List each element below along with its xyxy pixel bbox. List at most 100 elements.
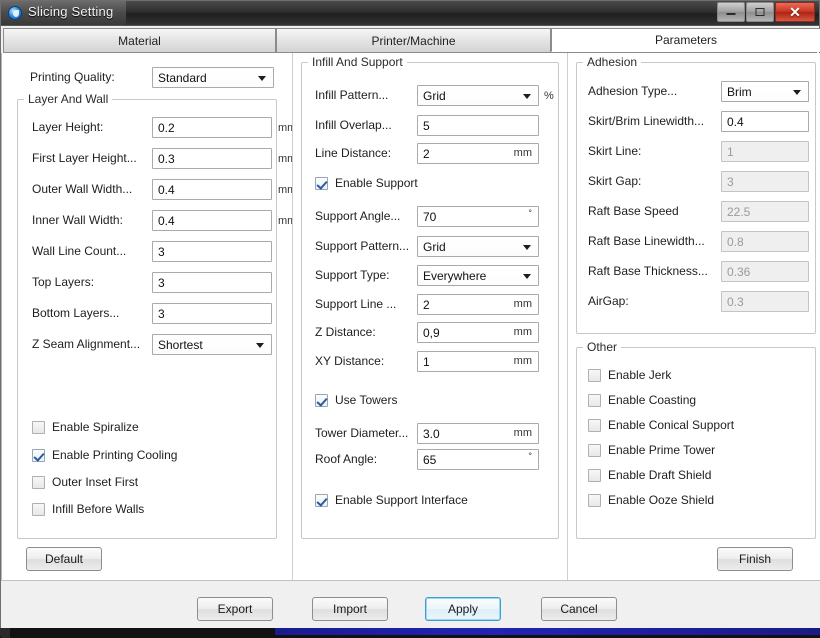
tab-strip: Material Printer/Machine Parameters	[3, 28, 817, 53]
maximize-icon	[756, 8, 765, 16]
line-distance-label: Line Distance:	[315, 146, 391, 160]
z-seam-alignment-value: Shortest	[158, 338, 203, 352]
support-angle-input[interactable]: 70 °	[417, 206, 539, 227]
panel-infill-support: Infill And Support Infill Pattern... Gri…	[292, 53, 567, 580]
z-distance-label: Z Distance:	[315, 325, 376, 339]
minimize-button[interactable]	[717, 2, 745, 22]
row-raft-base-thickness: Raft Base Thickness... 0.36	[568, 261, 820, 283]
line-distance-input[interactable]: 2 mm	[417, 143, 539, 164]
close-button[interactable]: ✕	[775, 2, 815, 22]
raft-base-linewidth-value: 0.8	[727, 235, 744, 249]
checkbox-box-checked	[315, 177, 328, 190]
enable-printing-cooling-label: Enable Printing Cooling	[52, 448, 177, 462]
apply-button[interactable]: Apply	[425, 597, 501, 621]
footer-button-bar: Export Import Apply Cancel	[1, 580, 820, 628]
skirt-brim-linewidth-label: Skirt/Brim Linewidth...	[588, 114, 704, 128]
raft-base-linewidth-input: 0.8	[721, 231, 809, 252]
import-button[interactable]: Import	[312, 597, 388, 621]
z-seam-alignment-select[interactable]: Shortest	[152, 334, 272, 355]
checkbox-box	[588, 444, 601, 457]
raft-base-thickness-input: 0.36	[721, 261, 809, 282]
chevron-down-icon	[258, 76, 266, 81]
tab-parameters[interactable]: Parameters	[551, 28, 820, 52]
layer-height-input[interactable]: 0.2	[152, 117, 272, 138]
checkbox-box	[32, 421, 45, 434]
row-support-line: Support Line ... 2 mm	[293, 294, 568, 316]
infill-pattern-select[interactable]: Grid	[417, 85, 539, 106]
outer-wall-width-input[interactable]: 0.4	[152, 179, 272, 200]
roof-angle-input[interactable]: 65 °	[417, 449, 539, 470]
row-tower-diameter: Tower Diameter... 3.0 mm	[293, 423, 568, 445]
inner-wall-width-input[interactable]: 0.4	[152, 210, 272, 231]
z-distance-unit: mm	[514, 326, 532, 338]
tower-diameter-unit: mm	[514, 427, 532, 439]
group-other-title: Other	[583, 340, 621, 354]
skirt-gap-value: 3	[727, 175, 734, 189]
export-button[interactable]: Export	[197, 597, 273, 621]
first-layer-height-input[interactable]: 0.3	[152, 148, 272, 169]
checkbox-box	[588, 419, 601, 432]
row-z-seam-alignment: Z Seam Alignment... Shortest	[2, 334, 292, 356]
finish-button-label: Finish	[739, 552, 771, 566]
tab-printer-machine[interactable]: Printer/Machine	[276, 28, 551, 52]
support-pattern-select[interactable]: Grid	[417, 236, 539, 257]
inner-wall-width-label: Inner Wall Width:	[32, 213, 123, 227]
use-towers-label: Use Towers	[335, 393, 397, 407]
row-bottom-layers: Bottom Layers... 3	[2, 303, 292, 325]
finish-button[interactable]: Finish	[717, 547, 793, 571]
roof-angle-value: 65	[423, 453, 436, 467]
checkbox-box	[588, 394, 601, 407]
chevron-down-icon	[256, 343, 264, 348]
tower-diameter-input[interactable]: 3.0 mm	[417, 423, 539, 444]
background-progress-strip	[275, 628, 820, 635]
row-z-distance: Z Distance: 0,9 mm	[293, 322, 568, 344]
row-adhesion-type: Adhesion Type... Brim	[568, 81, 820, 103]
row-support-angle: Support Angle... 70 °	[293, 206, 568, 228]
row-first-layer-height: First Layer Height... 0.3 mm	[2, 148, 292, 170]
line-distance-value: 2	[423, 147, 430, 161]
group-layer-and-wall-title: Layer And Wall	[24, 92, 112, 106]
top-layers-input[interactable]: 3	[152, 272, 272, 293]
skirt-brim-linewidth-value: 0.4	[727, 115, 744, 129]
adhesion-type-select[interactable]: Brim	[721, 81, 809, 102]
z-distance-input[interactable]: 0,9 mm	[417, 322, 539, 343]
roof-angle-label: Roof Angle:	[315, 452, 377, 466]
default-button[interactable]: Default	[26, 547, 102, 571]
layer-height-label: Layer Height:	[32, 120, 103, 134]
checkbox-box-checked	[315, 394, 328, 407]
bottom-layers-input[interactable]: 3	[152, 303, 272, 324]
adhesion-type-value: Brim	[727, 85, 752, 99]
support-line-input[interactable]: 2 mm	[417, 294, 539, 315]
row-printing-quality: Printing Quality: Standard	[2, 67, 292, 89]
skirt-brim-linewidth-input[interactable]: 0.4	[721, 111, 809, 132]
row-top-layers: Top Layers: 3	[2, 272, 292, 294]
maximize-button[interactable]	[746, 2, 774, 22]
roof-angle-unit: °	[528, 451, 532, 461]
support-type-label: Support Type:	[315, 268, 390, 282]
group-infill-and-support-title: Infill And Support	[308, 55, 407, 69]
tower-diameter-label: Tower Diameter...	[315, 426, 408, 440]
wall-line-count-label: Wall Line Count...	[32, 244, 126, 258]
checkbox-box	[588, 369, 601, 382]
tab-printer-machine-label: Printer/Machine	[371, 34, 455, 48]
wall-line-count-input[interactable]: 3	[152, 241, 272, 262]
xy-distance-input[interactable]: 1 mm	[417, 351, 539, 372]
tower-diameter-value: 3.0	[423, 427, 440, 441]
airgap-label: AirGap:	[588, 294, 629, 308]
row-inner-wall-width: Inner Wall Width: 0.4 mm	[2, 210, 292, 232]
printing-quality-select[interactable]: Standard	[152, 67, 274, 88]
panel-adhesion-other: Adhesion Adhesion Type... Brim Skirt/Bri…	[567, 53, 820, 580]
support-type-select[interactable]: Everywhere	[417, 265, 539, 286]
raft-base-thickness-label: Raft Base Thickness...	[588, 264, 708, 278]
z-distance-value: 0,9	[423, 326, 440, 340]
cancel-button[interactable]: Cancel	[541, 597, 617, 621]
close-icon: ✕	[789, 5, 801, 19]
row-xy-distance: XY Distance: 1 mm	[293, 351, 568, 373]
layer-height-value: 0.2	[158, 121, 175, 135]
default-button-label: Default	[45, 552, 83, 566]
window-controls: ✕	[716, 2, 815, 23]
checkbox-box-checked	[32, 449, 45, 462]
infill-overlap-input[interactable]: 5	[417, 115, 539, 136]
tab-material[interactable]: Material	[3, 28, 276, 52]
printing-quality-value: Standard	[158, 71, 207, 85]
